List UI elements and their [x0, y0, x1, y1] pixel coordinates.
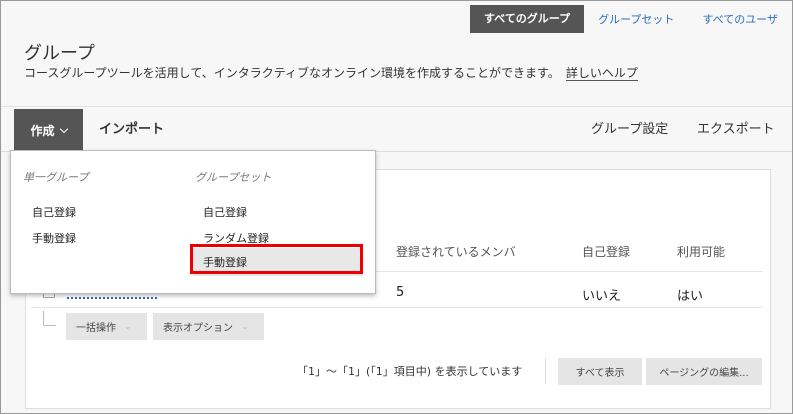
- export-button[interactable]: エクスポート: [697, 109, 775, 151]
- column-header-members[interactable]: 登録されているメンバ: [396, 243, 516, 260]
- bulk-actions-button[interactable]: 一括操作 ⌄: [66, 313, 147, 340]
- single-group-heading: 単一グループ: [23, 171, 89, 184]
- column-header-self-enroll[interactable]: 自己登録: [582, 243, 630, 260]
- menu-item-set-self-enroll[interactable]: 自己登録: [203, 204, 247, 220]
- display-options-label: 表示オプション: [163, 323, 233, 334]
- page-description: コースグループツールを活用して、インタラクティブなオンライン環境を作成することが…: [24, 64, 638, 81]
- tab-all-groups[interactable]: すべてのグループ: [469, 5, 585, 33]
- group-settings-button[interactable]: グループ設定: [591, 109, 668, 151]
- column-header-available[interactable]: 利用可能: [677, 243, 725, 260]
- cell-members: 5: [396, 285, 405, 300]
- cell-available: はい: [677, 289, 704, 304]
- menu-item-single-manual[interactable]: 手動登録: [32, 230, 76, 246]
- chevron-down-icon: ⌄: [124, 321, 132, 332]
- paging-status: 「1」～「1」(「1」項目中) を表示しています: [297, 365, 523, 378]
- help-link[interactable]: 詳しいヘルプ: [565, 66, 638, 81]
- row-divider: [31, 307, 763, 308]
- edit-paging-button[interactable]: ページングの編集...: [646, 358, 762, 385]
- create-label: 作成: [30, 123, 55, 138]
- bulk-actions-label: 一括操作: [76, 323, 116, 334]
- app-frame: すべてのグループ グループセット すべてのユーザ グループ コースグループツール…: [0, 0, 793, 414]
- corner-arrow-icon: [43, 311, 56, 326]
- tab-all-users[interactable]: すべてのユーザ: [688, 7, 792, 33]
- create-button[interactable]: 作成: [14, 109, 83, 151]
- highlight-box: [190, 244, 363, 274]
- page-title: グループ: [24, 43, 95, 64]
- show-all-button[interactable]: すべて表示: [558, 358, 642, 385]
- chevron-down-icon: [59, 124, 68, 133]
- paging-separator: [545, 358, 546, 384]
- tab-group-sets[interactable]: グループセット: [584, 7, 688, 33]
- page-header: すべてのグループ グループセット すべてのユーザ グループ コースグループツール…: [1, 1, 792, 107]
- menu-item-single-self-enroll[interactable]: 自己登録: [32, 204, 76, 220]
- description-text: コースグループツールを活用して、インタラクティブなオンライン環境を作成することが…: [24, 66, 560, 80]
- group-set-heading: グループセット: [195, 171, 272, 184]
- display-options-button[interactable]: 表示オプション ⌄: [153, 313, 264, 340]
- cell-self-enroll: いいえ: [582, 289, 622, 304]
- import-button[interactable]: インポート: [99, 109, 164, 151]
- chevron-down-icon: ⌄: [241, 321, 249, 332]
- top-tabs: すべてのグループ グループセット すべてのユーザ: [469, 1, 792, 33]
